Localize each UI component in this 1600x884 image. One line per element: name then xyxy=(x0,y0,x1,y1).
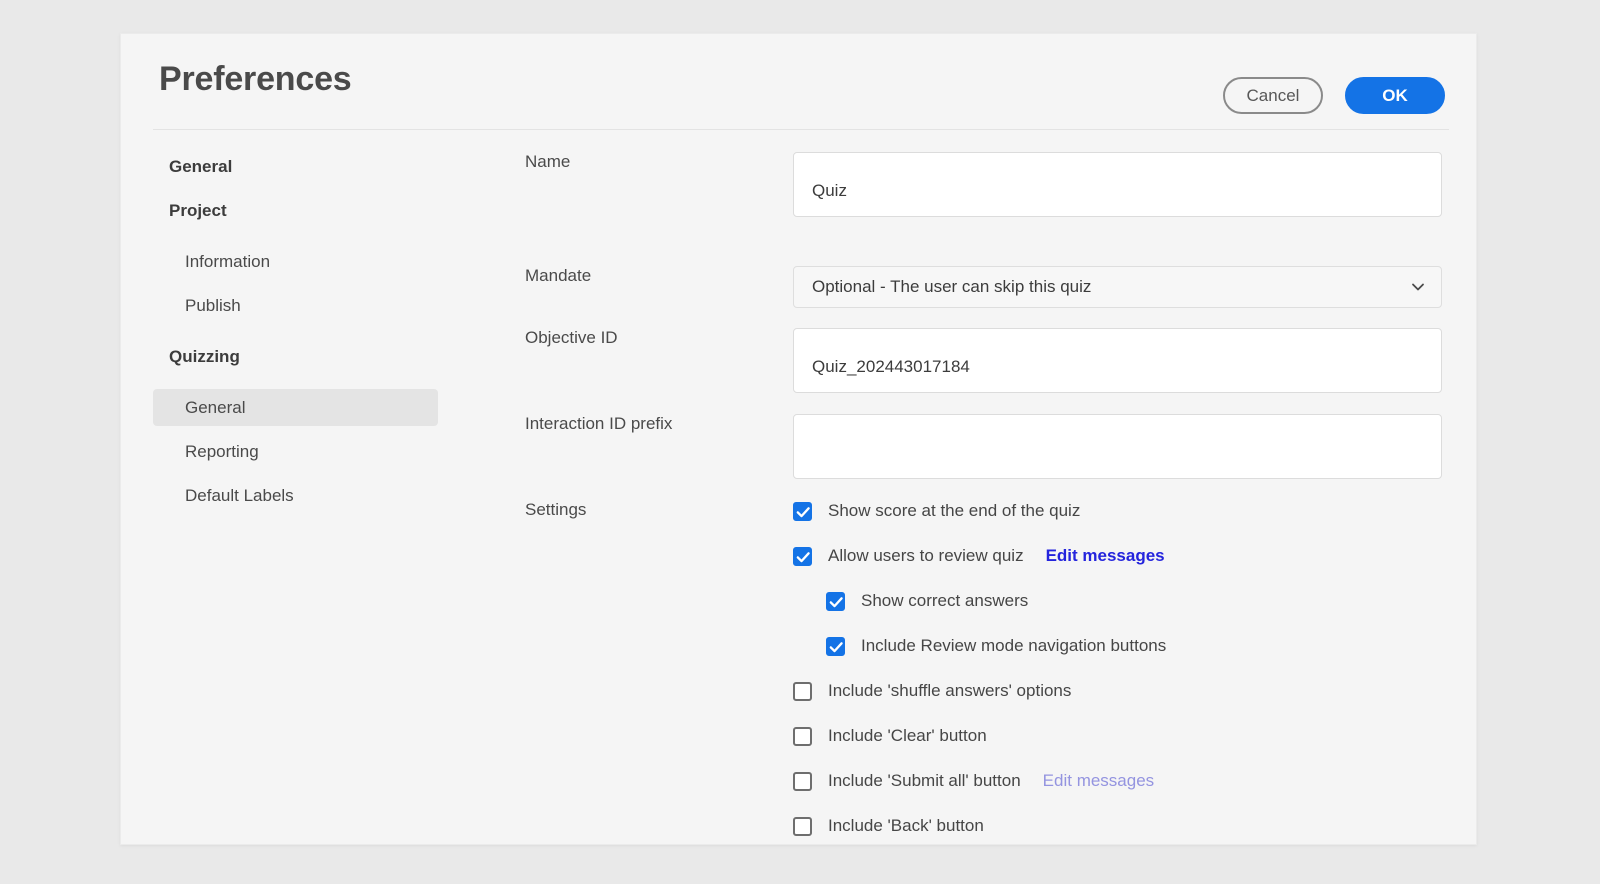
field-label-interaction-id-prefix: Interaction ID prefix xyxy=(525,414,673,433)
edit-messages-link[interactable]: Edit messages xyxy=(1046,546,1165,566)
checkbox-checked-icon[interactable] xyxy=(793,501,812,521)
checkbox-unchecked-icon[interactable] xyxy=(793,681,812,701)
setting-row: Show correct answers xyxy=(826,590,1166,612)
objective-id-input[interactable] xyxy=(793,328,1442,393)
setting-label: Allow users to review quiz xyxy=(828,546,1024,565)
dialog-header: Preferences Cancel OK xyxy=(121,34,1476,130)
sidebar-group-general: General xyxy=(169,157,233,176)
setting-label: Include 'shuffle answers' options xyxy=(828,681,1072,700)
setting-label: Show score at the end of the quiz xyxy=(828,501,1081,520)
dialog-body: General Project Information Publish Quiz… xyxy=(121,130,1476,844)
edit-messages-link: Edit messages xyxy=(1042,771,1155,790)
field-label-settings: Settings xyxy=(525,500,587,519)
sidebar-group-project: Project xyxy=(169,201,227,220)
dialog-action-buttons: Cancel OK xyxy=(1223,77,1445,114)
checkbox-unchecked-icon[interactable] xyxy=(793,726,812,746)
page-title: Preferences xyxy=(159,60,352,98)
setting-label: Include 'Back' button xyxy=(828,816,984,835)
setting-row: Include 'Back' button xyxy=(793,815,1166,837)
setting-label: Include Review mode navigation buttons xyxy=(861,636,1167,655)
setting-label: Include 'Clear' button xyxy=(828,726,987,745)
sidebar-item-information[interactable]: Information xyxy=(153,243,438,280)
field-label-mandate: Mandate xyxy=(525,266,592,285)
checkbox-checked-icon[interactable] xyxy=(793,546,812,566)
setting-label: Show correct answers xyxy=(861,591,1029,610)
field-label-name: Name xyxy=(525,152,571,171)
sidebar-item-publish[interactable]: Publish xyxy=(153,287,438,324)
mandate-select[interactable]: Optional - The user can skip this quiz xyxy=(793,266,1442,308)
name-input[interactable] xyxy=(793,152,1442,217)
sidebar-item-reporting[interactable]: Reporting xyxy=(153,433,438,470)
setting-row: Show score at the end of the quiz xyxy=(793,500,1166,522)
setting-label: Include 'Submit all' button xyxy=(828,771,1021,790)
field-label-objective-id: Objective ID xyxy=(525,328,618,347)
ok-button[interactable]: OK xyxy=(1345,77,1445,114)
checkbox-checked-icon[interactable] xyxy=(826,636,845,656)
settings-checkbox-list: Show score at the end of the quiz Allow u… xyxy=(793,500,1166,860)
setting-row: Include 'shuffle answers' options xyxy=(793,680,1166,702)
sidebar-item-default-labels[interactable]: Default Labels xyxy=(153,477,438,514)
interaction-id-prefix-input[interactable] xyxy=(793,414,1442,479)
checkbox-unchecked-icon[interactable] xyxy=(793,771,812,791)
setting-row: Allow users to review quiz Edit messages xyxy=(793,545,1166,567)
checkbox-unchecked-icon[interactable] xyxy=(793,816,812,836)
sidebar-item-quizzing-general[interactable]: General xyxy=(153,389,438,426)
sidebar-group-quizzing: Quizzing xyxy=(169,347,240,366)
preferences-dialog: Preferences Cancel OK General Project In… xyxy=(120,33,1477,845)
setting-row: Include Review mode navigation buttons xyxy=(826,635,1166,657)
setting-row: Include 'Submit all' button Edit messages xyxy=(793,770,1166,792)
cancel-button[interactable]: Cancel xyxy=(1223,77,1323,114)
checkbox-checked-icon[interactable] xyxy=(826,591,845,611)
setting-row: Include 'Clear' button xyxy=(793,725,1166,747)
preferences-sidebar: General Project Information Publish Quiz… xyxy=(153,155,453,521)
